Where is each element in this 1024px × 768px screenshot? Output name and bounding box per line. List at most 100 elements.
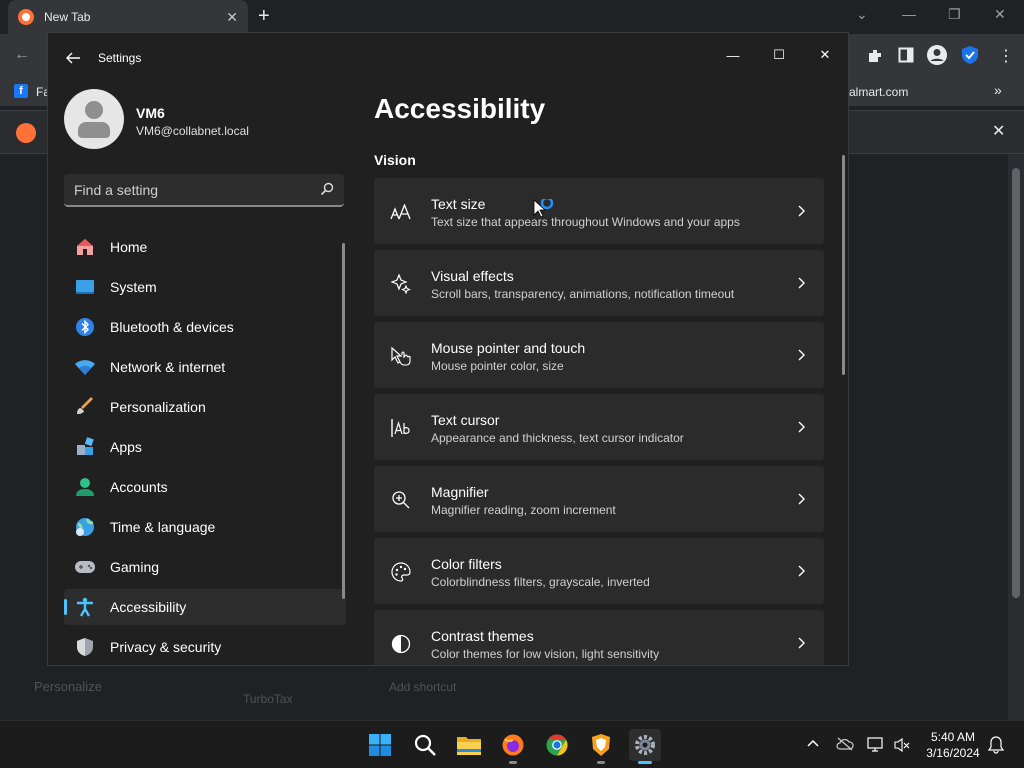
taskbar-search-button[interactable] (409, 729, 441, 761)
sidebar-item-label: Gaming (110, 559, 160, 575)
volume-muted-icon[interactable] (894, 737, 910, 753)
start-button[interactable] (364, 729, 396, 761)
infobar-close-icon[interactable]: ✕ (992, 121, 1005, 141)
browser-tab-title: New Tab (44, 10, 91, 24)
sidebar-item-accessibility[interactable]: Accessibility (64, 589, 346, 625)
taskbar-chrome[interactable] (541, 729, 573, 761)
apps-icon (74, 436, 96, 458)
sidebar-item-home[interactable]: Home (64, 229, 346, 265)
extensions-icon[interactable] (866, 47, 884, 65)
card-title: Mouse pointer and touch (431, 340, 586, 356)
card-text-cursor[interactable]: Text cursor Appearance and thickness, te… (374, 394, 824, 460)
taskbar-brave[interactable] (585, 729, 617, 764)
globe-icon (74, 516, 96, 538)
notification-bell-icon[interactable] (988, 736, 1004, 754)
page-title: Accessibility (374, 93, 546, 124)
sidebar-scrollbar[interactable] (342, 243, 345, 599)
page-scroll-thumb[interactable] (1012, 168, 1020, 598)
browser-minimize-icon[interactable]: — (902, 6, 916, 22)
more-bookmarks-icon[interactable]: » (994, 82, 1002, 98)
running-indicator (597, 761, 605, 764)
maximize-button[interactable]: ☐ (759, 41, 799, 69)
card-subtitle: Text size that appears throughout Window… (431, 215, 740, 229)
sidebar-icon[interactable] (898, 47, 914, 63)
bookmark-walmart[interactable]: almart.com (849, 85, 908, 99)
avatar[interactable] (64, 89, 124, 149)
taskbar-clock[interactable]: 5:40 AM 3/16/2024 (920, 729, 986, 761)
close-tab-icon[interactable]: ✕ (226, 9, 238, 26)
card-title: Magnifier (431, 484, 489, 500)
sidebar-item-apps[interactable]: Apps (64, 429, 346, 465)
card-contrast-themes[interactable]: Contrast themes Color themes for low vis… (374, 610, 824, 665)
shield-icon (74, 636, 96, 658)
minimize-button[interactable]: — (713, 41, 753, 69)
brush-icon (74, 396, 96, 418)
sidebar-item-system[interactable]: System (64, 269, 346, 305)
card-title: Color filters (431, 556, 502, 572)
onedrive-icon[interactable] (836, 737, 854, 751)
browser-close-icon[interactable]: ✕ (994, 6, 1006, 23)
close-button[interactable]: ✕ (805, 41, 845, 69)
taskbar-settings[interactable] (629, 729, 661, 764)
gamepad-icon (74, 556, 96, 578)
card-visual-effects[interactable]: Visual effects Scroll bars, transparency… (374, 250, 824, 316)
card-mouse-pointer[interactable]: Mouse pointer and touch Mouse pointer co… (374, 322, 824, 388)
sidebar-item-privacy[interactable]: Privacy & security (64, 629, 346, 665)
page-scrollbar[interactable] (1008, 154, 1024, 720)
section-heading: Vision (374, 152, 416, 168)
facebook-icon: f (14, 84, 28, 98)
back-arrow-icon[interactable] (64, 49, 82, 67)
sidebar-item-label: Privacy & security (110, 639, 222, 655)
sidebar-item-personalization[interactable]: Personalization (64, 389, 346, 425)
sidebar-item-label: Apps (110, 439, 142, 455)
sidebar-item-network[interactable]: Network & internet (64, 349, 346, 385)
taskbar-file-explorer[interactable] (453, 729, 485, 761)
sidebar-item-gaming[interactable]: Gaming (64, 549, 346, 585)
search-icon[interactable] (320, 182, 334, 196)
card-title: Contrast themes (431, 628, 534, 644)
pointer-icon (390, 345, 412, 367)
start-icon (369, 734, 391, 756)
card-subtitle: Color themes for low vision, light sensi… (431, 647, 660, 661)
tab-search-icon[interactable]: ⌄ (856, 6, 868, 23)
palette-icon (390, 561, 412, 583)
browser-back-icon[interactable]: ← (14, 46, 30, 64)
card-subtitle: Mouse pointer color, size (431, 359, 564, 373)
bitwarden-shield-icon[interactable] (961, 45, 979, 65)
sidebar-item-time-language[interactable]: Time & language (64, 509, 346, 545)
search-input[interactable] (74, 181, 304, 199)
account-icon (74, 476, 96, 498)
home-icon (74, 236, 96, 258)
ghost-personalize: Personalize (34, 679, 102, 694)
window-title: Settings (98, 51, 142, 65)
wifi-icon (74, 356, 96, 378)
card-text-size[interactable]: Text size Text size that appears through… (374, 178, 824, 244)
network-icon[interactable] (867, 737, 885, 753)
sidebar-item-label: Time & language (110, 519, 216, 535)
card-title: Text cursor (431, 412, 500, 428)
content-scrollbar[interactable] (842, 155, 845, 375)
clock-date: 3/16/2024 (926, 746, 980, 760)
browser-restore-icon[interactable]: ❐ (948, 6, 961, 23)
card-color-filters[interactable]: Color filters Colorblindness filters, gr… (374, 538, 824, 604)
taskbar-firefox[interactable] (497, 729, 529, 764)
profile-icon[interactable] (926, 44, 948, 66)
browser-tab[interactable]: New Tab ✕ (8, 0, 248, 34)
sidebar-item-accounts[interactable]: Accounts (64, 469, 346, 505)
sidebar-item-bluetooth[interactable]: Bluetooth & devices (64, 309, 346, 345)
card-subtitle: Colorblindness filters, grayscale, inver… (431, 575, 650, 589)
chevron-right-icon (798, 493, 805, 505)
busy-cursor-icon (533, 199, 554, 218)
card-title: Visual effects (431, 268, 514, 284)
browser-menu-icon[interactable]: ⋮ (998, 46, 1014, 66)
card-magnifier[interactable]: Magnifier Magnifier reading, zoom increm… (374, 466, 824, 532)
chevron-up-icon[interactable] (806, 737, 820, 751)
new-tab-icon[interactable]: + (258, 5, 270, 28)
ghost-add-shortcut: Add shortcut (389, 680, 457, 694)
text-cursor-icon (390, 417, 412, 439)
profile-email: VM6@collabnet.local (136, 124, 249, 138)
settings-window: Settings — ☐ ✕ VM6 VM6@collabnet.local H… (47, 32, 849, 666)
sidebar-nav: Home System Bluetooth & devices Network … (64, 229, 346, 665)
brave-icon (592, 734, 610, 756)
ghost-turbotax: TurboTax (243, 692, 293, 706)
